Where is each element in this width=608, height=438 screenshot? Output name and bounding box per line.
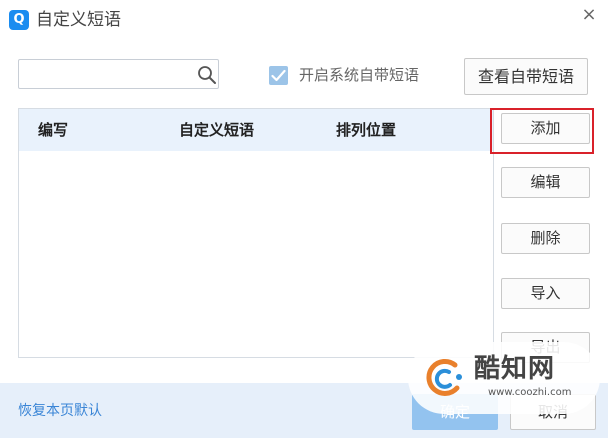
phrases-table: 编写 自定义短语 排列位置 [18,108,494,358]
checkmark-icon [271,69,286,82]
add-button[interactable]: 添加 [501,113,590,144]
search-box [18,59,219,89]
watermark-name: 酷知网 [474,354,556,384]
import-button[interactable]: 导入 [501,278,590,309]
table-header: 编写 自定义短语 排列位置 [19,109,493,151]
column-header-position[interactable]: 排列位置 [336,120,396,140]
search-input[interactable] [19,60,191,88]
qq-app-icon: Q [9,10,29,30]
search-icon[interactable] [197,65,217,85]
close-icon[interactable]: × [578,4,600,26]
window-title: 自定义短语 [36,10,121,30]
watermark-url: www.coozhi.com [488,387,572,398]
watermark: 酷知网 www.coozhi.com [408,342,600,414]
coozhi-logo-icon [426,358,462,396]
edit-button[interactable]: 编辑 [501,167,590,198]
builtin-phrases-label[interactable]: 开启系统自带短语 [299,65,419,85]
column-header-code[interactable]: 编写 [38,120,68,140]
delete-button[interactable]: 删除 [501,223,590,254]
builtin-phrases-checkbox[interactable] [269,66,288,85]
title-bar: Q 自定义短语 × [0,0,608,42]
custom-phrases-dialog: Q 自定义短语 × 开启系统自带短语 查看自带短语 编写 自定义短语 排列位置 … [0,0,608,438]
view-builtin-phrases-button[interactable]: 查看自带短语 [464,58,588,95]
restore-defaults-link[interactable]: 恢复本页默认 [18,402,102,420]
column-header-phrase[interactable]: 自定义短语 [179,120,254,140]
